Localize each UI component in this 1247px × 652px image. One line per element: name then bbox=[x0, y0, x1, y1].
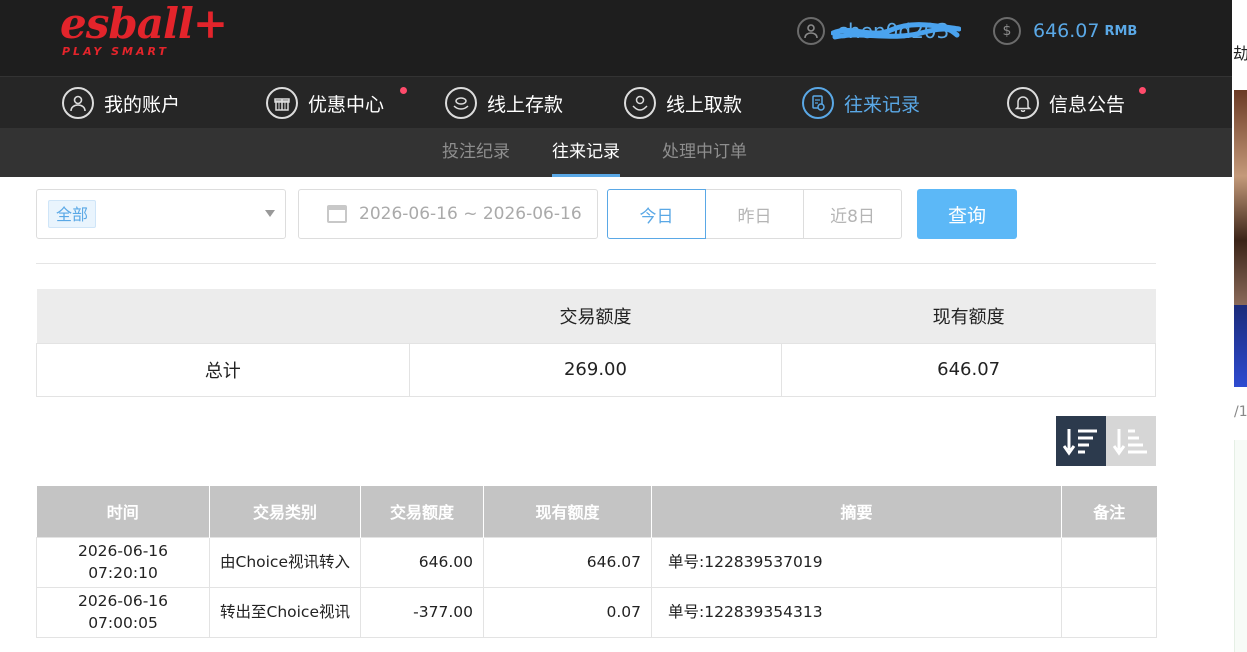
balance-currency: RMB bbox=[1104, 23, 1138, 39]
records-table: 时间 交易类别 交易额度 现有额度 摘要 备注 2026-06-16 07:20… bbox=[36, 486, 1157, 638]
table-row: 2026-06-16 07:00:05 转出至Choice视讯 -377.00 … bbox=[36, 586, 1157, 638]
cell-amount: -377.00 bbox=[360, 586, 484, 638]
quick-date-buttons: 今日 昨日 近8日 bbox=[607, 189, 902, 239]
app-window: esball+ PLAY SMART chen0d203 $ 646.07 RM… bbox=[0, 0, 1247, 652]
sort-ascending-icon bbox=[1113, 429, 1147, 456]
cell-time: 2026-06-16 07:20:10 bbox=[36, 536, 210, 588]
table-row: 2026-06-16 07:20:10 由Choice视讯转入 646.00 6… bbox=[36, 536, 1157, 588]
col-header-amount[interactable]: 交易额度 bbox=[360, 486, 484, 537]
cell-balance: 0.07 bbox=[483, 586, 652, 638]
nav-label: 我的账户 bbox=[104, 93, 181, 116]
user-icon bbox=[797, 17, 825, 45]
summary-header-current: 现有额度 bbox=[781, 289, 1156, 343]
tab-transaction-records[interactable]: 往来记录 bbox=[552, 128, 620, 177]
right-edge-image bbox=[1234, 90, 1247, 305]
nav-label: 往来记录 bbox=[844, 93, 921, 116]
summary-header-blank bbox=[36, 289, 410, 343]
nav-withdraw[interactable]: 线上取款 bbox=[624, 77, 742, 129]
balance-amount: 646.07 bbox=[1033, 20, 1100, 42]
yesterday-button[interactable]: 昨日 bbox=[705, 189, 804, 239]
col-header-time[interactable]: 时间 bbox=[36, 486, 210, 537]
nav-transaction-records[interactable]: 往来记录 bbox=[802, 77, 920, 129]
col-header-balance[interactable]: 现有额度 bbox=[483, 486, 652, 537]
redaction-scribble-icon bbox=[831, 22, 961, 40]
dollar-icon: $ bbox=[993, 17, 1021, 45]
divider bbox=[36, 263, 1156, 264]
nav-label: 信息公告 bbox=[1049, 93, 1126, 116]
summary-current-total: 646.07 bbox=[781, 342, 1156, 397]
type-select[interactable]: 全部 bbox=[36, 189, 286, 239]
user-info[interactable]: chen0d203 bbox=[797, 16, 961, 46]
nav-label: 线上取款 bbox=[666, 93, 743, 116]
summary-table: 交易额度 现有额度 总计 269.00 646.07 bbox=[36, 289, 1156, 397]
right-edge-panel bbox=[1234, 440, 1247, 652]
gift-icon bbox=[266, 87, 298, 119]
right-edge-char: 劫 bbox=[1233, 44, 1247, 63]
sort-descending-icon bbox=[1063, 429, 1097, 456]
deposit-icon bbox=[445, 87, 477, 119]
nav-deposit[interactable]: 线上存款 bbox=[445, 77, 563, 129]
main-nav: 我的账户 优惠中心 线上存款 线上取款 往来记录 信息公告 bbox=[0, 76, 1232, 128]
user-icon bbox=[62, 87, 94, 119]
nav-promotions[interactable]: 优惠中心 bbox=[266, 77, 407, 129]
date-range-text: 2026-06-16 ~ 2026-06-16 bbox=[359, 204, 582, 224]
summary-header-trade: 交易额度 bbox=[409, 289, 782, 343]
nav-label: 优惠中心 bbox=[308, 93, 385, 116]
cell-note bbox=[1061, 586, 1157, 638]
nav-my-account[interactable]: 我的账户 bbox=[62, 77, 180, 129]
summary-total-label: 总计 bbox=[36, 342, 410, 397]
notification-dot bbox=[1139, 87, 1146, 94]
withdraw-icon bbox=[624, 87, 656, 119]
nav-announcements[interactable]: 信息公告 bbox=[1007, 77, 1146, 129]
date-range-picker[interactable]: 2026-06-16 ~ 2026-06-16 bbox=[298, 189, 598, 239]
brand-logo[interactable]: esball+ PLAY SMART bbox=[60, 0, 228, 58]
tab-pending-orders[interactable]: 处理中订单 bbox=[662, 128, 747, 177]
summary-trade-total: 269.00 bbox=[408, 342, 783, 397]
cell-summary: 单号:122839537019 bbox=[651, 536, 1062, 588]
sub-nav: 投注纪录 往来记录 处理中订单 bbox=[0, 128, 1232, 177]
query-button[interactable]: 查询 bbox=[917, 189, 1017, 239]
col-header-note[interactable]: 备注 bbox=[1061, 486, 1157, 537]
cell-type: 由Choice视讯转入 bbox=[209, 536, 361, 588]
calendar-icon bbox=[327, 205, 347, 223]
selected-type-tag: 全部 bbox=[48, 200, 97, 228]
col-header-type[interactable]: 交易类别 bbox=[209, 486, 361, 537]
cell-time: 2026-06-16 07:00:05 bbox=[36, 586, 210, 638]
notification-dot bbox=[400, 87, 407, 94]
cell-note bbox=[1061, 536, 1157, 588]
record-icon bbox=[802, 87, 834, 119]
cell-balance: 646.07 bbox=[483, 536, 652, 588]
today-button[interactable]: 今日 bbox=[607, 189, 706, 239]
nav-label: 线上存款 bbox=[487, 93, 564, 116]
balance-info: $ 646.07 RMB bbox=[993, 16, 1137, 46]
logo-text: esball+ bbox=[60, 0, 228, 48]
tab-bet-records[interactable]: 投注纪录 bbox=[442, 128, 510, 177]
sort-ascending-button[interactable] bbox=[1106, 416, 1156, 466]
last-8-days-button[interactable]: 近8日 bbox=[803, 189, 902, 239]
username: chen0d203 bbox=[831, 19, 961, 43]
summary-header-row: 交易额度 现有额度 bbox=[36, 289, 1156, 343]
cell-summary: 单号:122839354313 bbox=[651, 586, 1062, 638]
records-header-row: 时间 交易类别 交易额度 现有额度 摘要 备注 bbox=[36, 486, 1157, 537]
summary-total-row: 总计 269.00 646.07 bbox=[36, 342, 1156, 397]
col-header-summary[interactable]: 摘要 bbox=[651, 486, 1062, 537]
right-edge-banner bbox=[1234, 305, 1247, 387]
sort-descending-button[interactable] bbox=[1056, 416, 1106, 466]
cell-amount: 646.00 bbox=[360, 536, 484, 588]
chevron-down-icon bbox=[265, 210, 275, 217]
right-edge-text: /1 bbox=[1234, 404, 1247, 420]
bell-icon bbox=[1007, 87, 1039, 119]
top-bar: esball+ PLAY SMART chen0d203 $ 646.07 RM… bbox=[0, 0, 1232, 76]
cell-type: 转出至Choice视讯 bbox=[209, 586, 361, 638]
